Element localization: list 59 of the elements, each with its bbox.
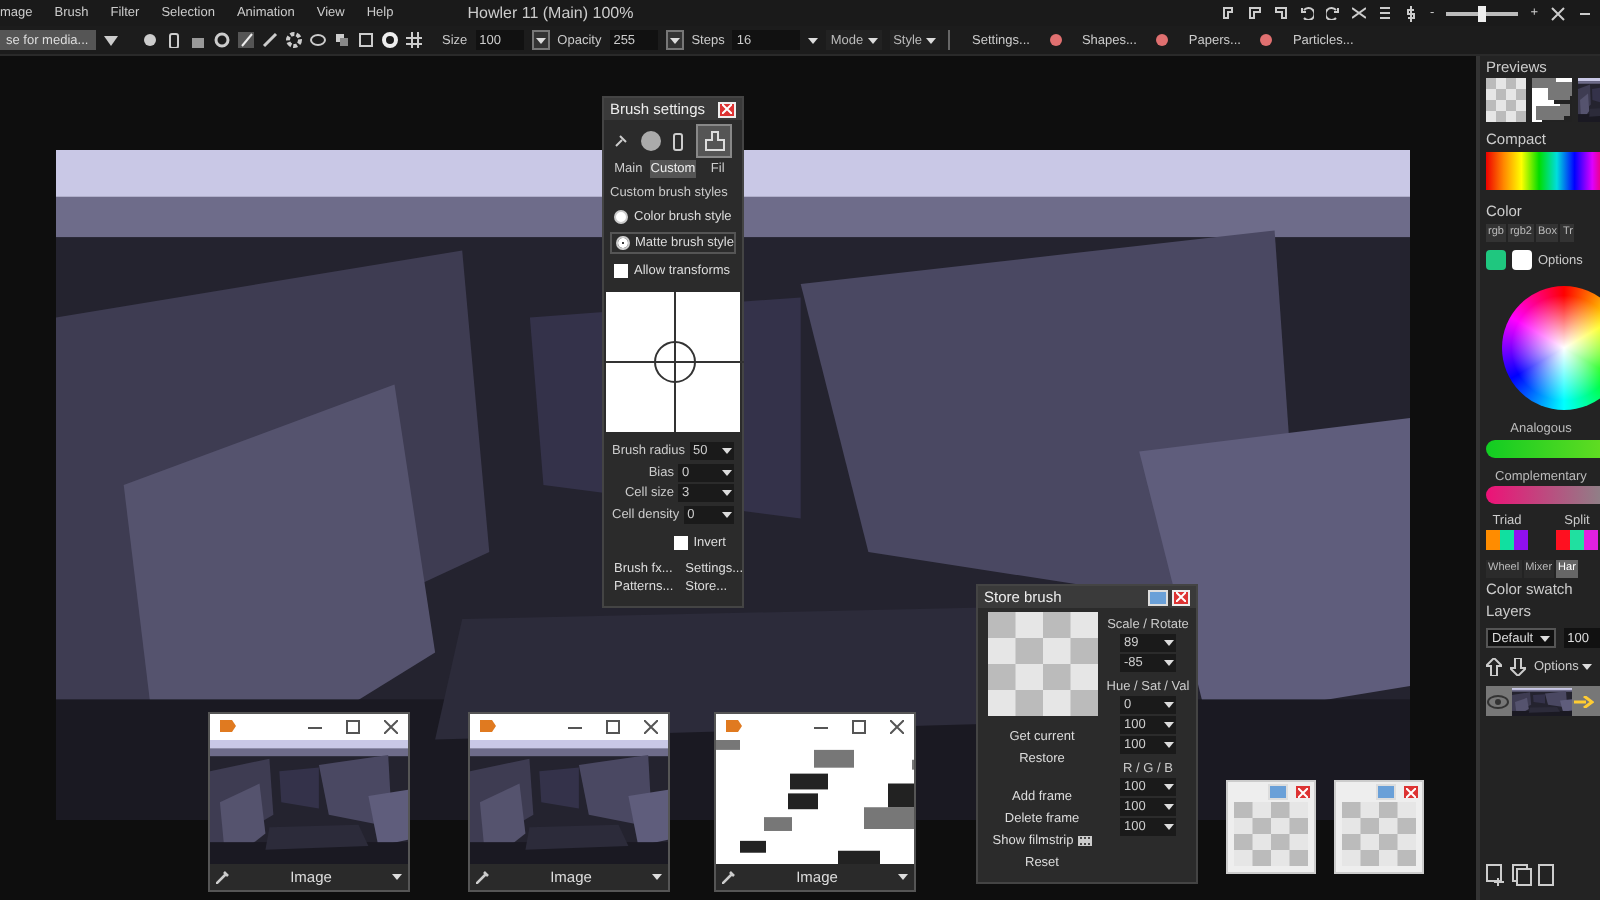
caret-icon	[651, 874, 662, 881]
caret-icon	[808, 37, 819, 43]
arrow-up-icon[interactable]	[1486, 658, 1502, 676]
dot-icon[interactable]	[142, 32, 158, 48]
arrow-down-icon[interactable]	[1510, 658, 1526, 676]
color-chip[interactable]	[1584, 530, 1598, 550]
caret-icon	[867, 37, 878, 43]
zoom-slider[interactable]	[1446, 5, 1519, 21]
color-swatch[interactable]	[1512, 250, 1532, 270]
filmstrip-icon	[1077, 836, 1092, 846]
grid-icon[interactable]	[406, 32, 422, 48]
caret-icon	[897, 874, 908, 881]
menu-icon[interactable]	[1378, 6, 1393, 20]
caret-icon[interactable]	[104, 35, 118, 45]
caret-icon	[1164, 824, 1174, 830]
page-icon[interactable]	[1538, 864, 1554, 886]
square-icon[interactable]	[358, 32, 374, 48]
add-layer-icon[interactable]	[1486, 864, 1506, 886]
layer-row[interactable]	[1486, 686, 1600, 716]
color-chip[interactable]	[1570, 530, 1584, 550]
caret-icon	[1582, 664, 1593, 670]
slider-thumb[interactable]	[1478, 5, 1487, 21]
close-icon	[722, 104, 732, 114]
caret-icon	[669, 37, 680, 43]
bottle-icon[interactable]	[672, 129, 685, 151]
layers-icon[interactable]	[334, 32, 350, 48]
copy-layer-icon[interactable]	[1512, 864, 1532, 886]
pencil-icon[interactable]	[262, 32, 278, 48]
eyedropper-icon[interactable]	[216, 870, 230, 885]
soft-dot-icon[interactable]	[639, 129, 662, 151]
dot-icon	[1156, 34, 1169, 46]
arrow-icon	[1574, 695, 1594, 707]
caret-icon	[1539, 635, 1550, 641]
color-swatch[interactable]	[1486, 250, 1506, 270]
color-chip[interactable]	[1500, 530, 1514, 550]
dropdown-button[interactable]	[531, 30, 550, 50]
eyedropper-icon[interactable]	[722, 870, 736, 885]
redo-icon[interactable]	[1326, 6, 1341, 20]
dot-icon	[1049, 34, 1062, 46]
close-button[interactable]	[718, 101, 736, 117]
window-title: Howler 11 (Main) 100%	[467, 4, 634, 22]
caret-icon	[391, 874, 402, 881]
color-chip[interactable]	[1486, 530, 1500, 550]
ring-icon[interactable]	[382, 32, 398, 48]
color-chip[interactable]	[1514, 530, 1528, 550]
dropdown-button[interactable]	[665, 30, 684, 50]
undo-icon[interactable]	[1300, 6, 1315, 20]
color-wheel[interactable]	[1502, 286, 1600, 410]
divider-icon	[948, 30, 953, 50]
stamp-button[interactable]	[696, 123, 733, 157]
eyedropper-icon[interactable]	[476, 870, 490, 885]
caret-icon	[926, 37, 937, 43]
color-spectrum[interactable]	[1486, 152, 1600, 190]
color-chip[interactable]	[1556, 530, 1570, 550]
dollar-icon[interactable]	[1404, 5, 1419, 21]
caret-icon	[535, 37, 546, 43]
dot-icon	[1260, 34, 1273, 46]
bottle-icon[interactable]	[166, 32, 182, 48]
pen-icon[interactable]	[238, 32, 254, 48]
